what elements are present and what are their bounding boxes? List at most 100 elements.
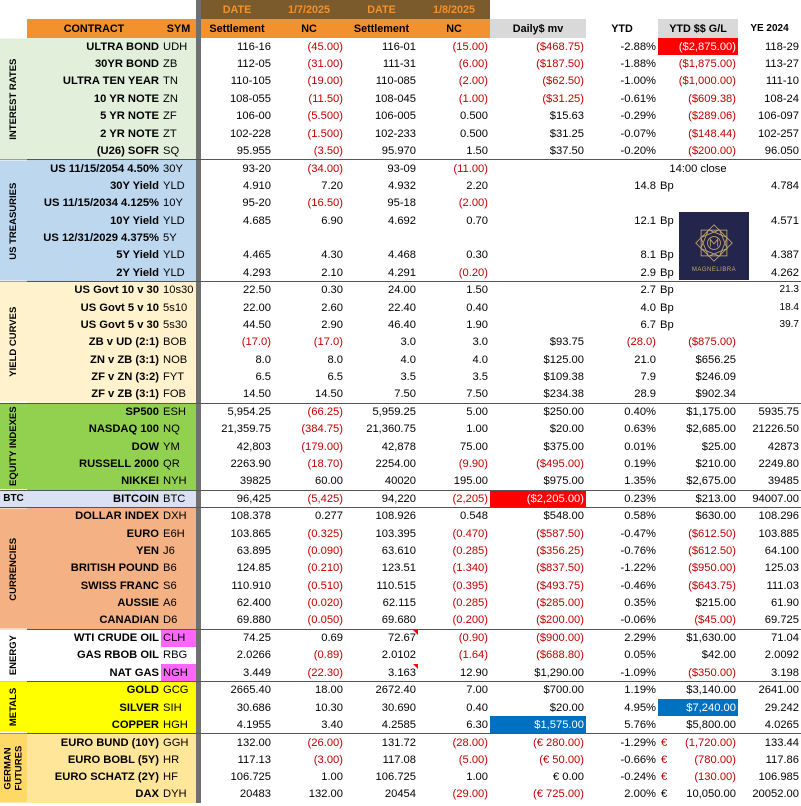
symbol: ZN [161,90,196,108]
settlement-1: 95.955 [236,144,271,157]
symbol: YLD [161,211,196,230]
header-ytd-gl: YTD $$ G/L [658,19,738,38]
table-row: COPPER HGH 4.1955 3.40 4.2585 6.30 $1,575.00 5.… [0,716,801,734]
daily-mv [490,299,586,316]
ye-2024: 106.985 [758,771,799,784]
ytd-value: 0.58% [586,507,658,525]
symbol: A6 [161,594,196,612]
settlement-2: 3.163 [345,664,418,681]
net-change-2: (28.00) [418,733,490,752]
ye-2024: 106-097 [757,110,799,123]
symbol: HR [161,751,196,769]
ytd-gl: Bp [658,177,738,194]
net-change-1: 0.30 [273,280,345,299]
net-change-1: 6.5 [327,371,343,384]
ytd-value: 28.9 [634,388,656,401]
settlement-2: 62.115 [382,597,416,610]
settlement-2: 63.610 [381,545,416,558]
settlement-2 [345,229,418,246]
ye-2024: 21.3 [738,280,801,299]
settlement-2: 4.692 [388,214,416,227]
net-change-2: (0.470) [452,527,488,540]
ye-2024: 64.100 [764,545,799,558]
ytd-gl: Bp [658,280,738,299]
net-change-2 [418,229,490,246]
settlement-1: 117.13 [237,753,271,766]
settlement-1: 4.465 [243,249,271,262]
ye-2024: 125.03 [764,562,799,575]
symbol: 5Y [161,229,196,247]
net-change-2: (0.285) [452,545,488,558]
table-row: BTC BITCOIN BTC 96,425 (5,425) 94,220 (2,205)(… [0,489,801,508]
contract-name: US Govt 5 v 30 [27,316,161,334]
net-change-2: 1.50 [418,280,490,299]
net-change-2: 6.30 [466,718,488,731]
contract-name: ULTRA BOND [27,38,161,56]
ye-2024 [738,368,801,385]
ye-2024: 69.725 [764,614,799,627]
ytd-value: 0.40% [586,402,658,421]
daily-mv: $125.00 [543,353,584,366]
settlement-2: 42,878 [381,440,416,453]
contract-name: ULTRA TEN YEAR [27,72,161,91]
settlement-1: 5,954.25 [201,402,273,421]
daily-mv: ($468.75) [536,40,584,53]
net-change-1: (1.500) [307,127,343,140]
settlement-1: 30.686 [236,701,271,714]
symbol: FOB [161,385,196,404]
symbol: UDH [161,38,196,56]
ytd-gl: Bp [658,299,738,316]
table-row: 5 YR NOTE ZF 106-00 (5.500) 106-005 0.500 $15.… [0,107,801,125]
contract-name: ZF v ZN (3:2) [27,368,161,386]
ytd-gl: $2,675.00 [686,475,736,488]
ytd-value: -0.06% [620,614,656,627]
net-change-2: 0.500 [460,110,488,123]
net-change-1: 1.00 [321,771,343,784]
table-row: US 11/15/2034 4.125% 10Y 95-20 (16.50) 95-18… [0,194,801,212]
settlement-2: 2.0102 [381,649,416,662]
contract-name: US Govt 5 v 10 [27,298,161,317]
daily-mv: ($356.25) [536,545,584,558]
daily-mv [490,159,586,178]
symbol: ZB [161,55,196,73]
ytd-gl [658,195,738,212]
ye-2024: 111-10 [765,75,799,88]
daily-mv: ($495.00) [536,458,584,471]
contract-name: CANADIAN [27,611,161,630]
bp-unit: Bp [660,318,674,331]
net-change-1: 2.60 [321,301,343,314]
contract-name: 2 YR NOTE [27,124,161,143]
ytd-value: -0.61% [620,92,656,105]
daily-mv: ($493.75) [536,579,584,592]
net-change-1: (3.50) [313,144,343,157]
net-change-1: (0.210) [307,562,343,575]
date-label-1: DATE [201,0,273,19]
net-change-2: (2.00) [458,75,488,88]
contract-name: US 11/15/2034 4.125% [27,194,161,212]
net-change-1: (0.89) [313,649,343,662]
ye-2024: 5935.75 [738,402,801,421]
contract-name: 10 YR NOTE [27,90,161,108]
contract-name: NAT GAS [27,664,161,682]
net-change-1 [273,229,345,246]
contract-name: EURO BUND (10Y) [27,733,161,752]
table-row: EURO E6H 103.865 (0.325) 103.395 (0.470) ($587… [0,524,801,543]
contract-name: US 11/15/2054 4.50% [27,159,161,178]
contract-name: SILVER [27,698,161,717]
ytd-gl: $7,240.00 [658,698,738,717]
ytd-value: -0.29% [620,110,656,123]
ytd-value: -0.20% [620,144,656,157]
ye-2024: 117.86 [765,753,799,766]
settlement-1: 63.895 [236,545,271,558]
contract-name: RUSSELL 2000 [27,455,161,473]
net-change-2: 75.00 [460,440,488,453]
daily-mv: ($587.50) [536,527,584,540]
daily-mv [490,247,586,264]
section-label-currencies: CURRENCIES [0,507,27,630]
settlement-1: 22.00 [243,301,271,314]
ytd-gl: ($612.50) [688,545,736,558]
ytd-value: 2.00% [624,788,656,801]
symbol: GCG [161,680,196,699]
net-change-2: 7.50 [466,388,488,401]
ytd-value: -1.22% [620,562,656,575]
